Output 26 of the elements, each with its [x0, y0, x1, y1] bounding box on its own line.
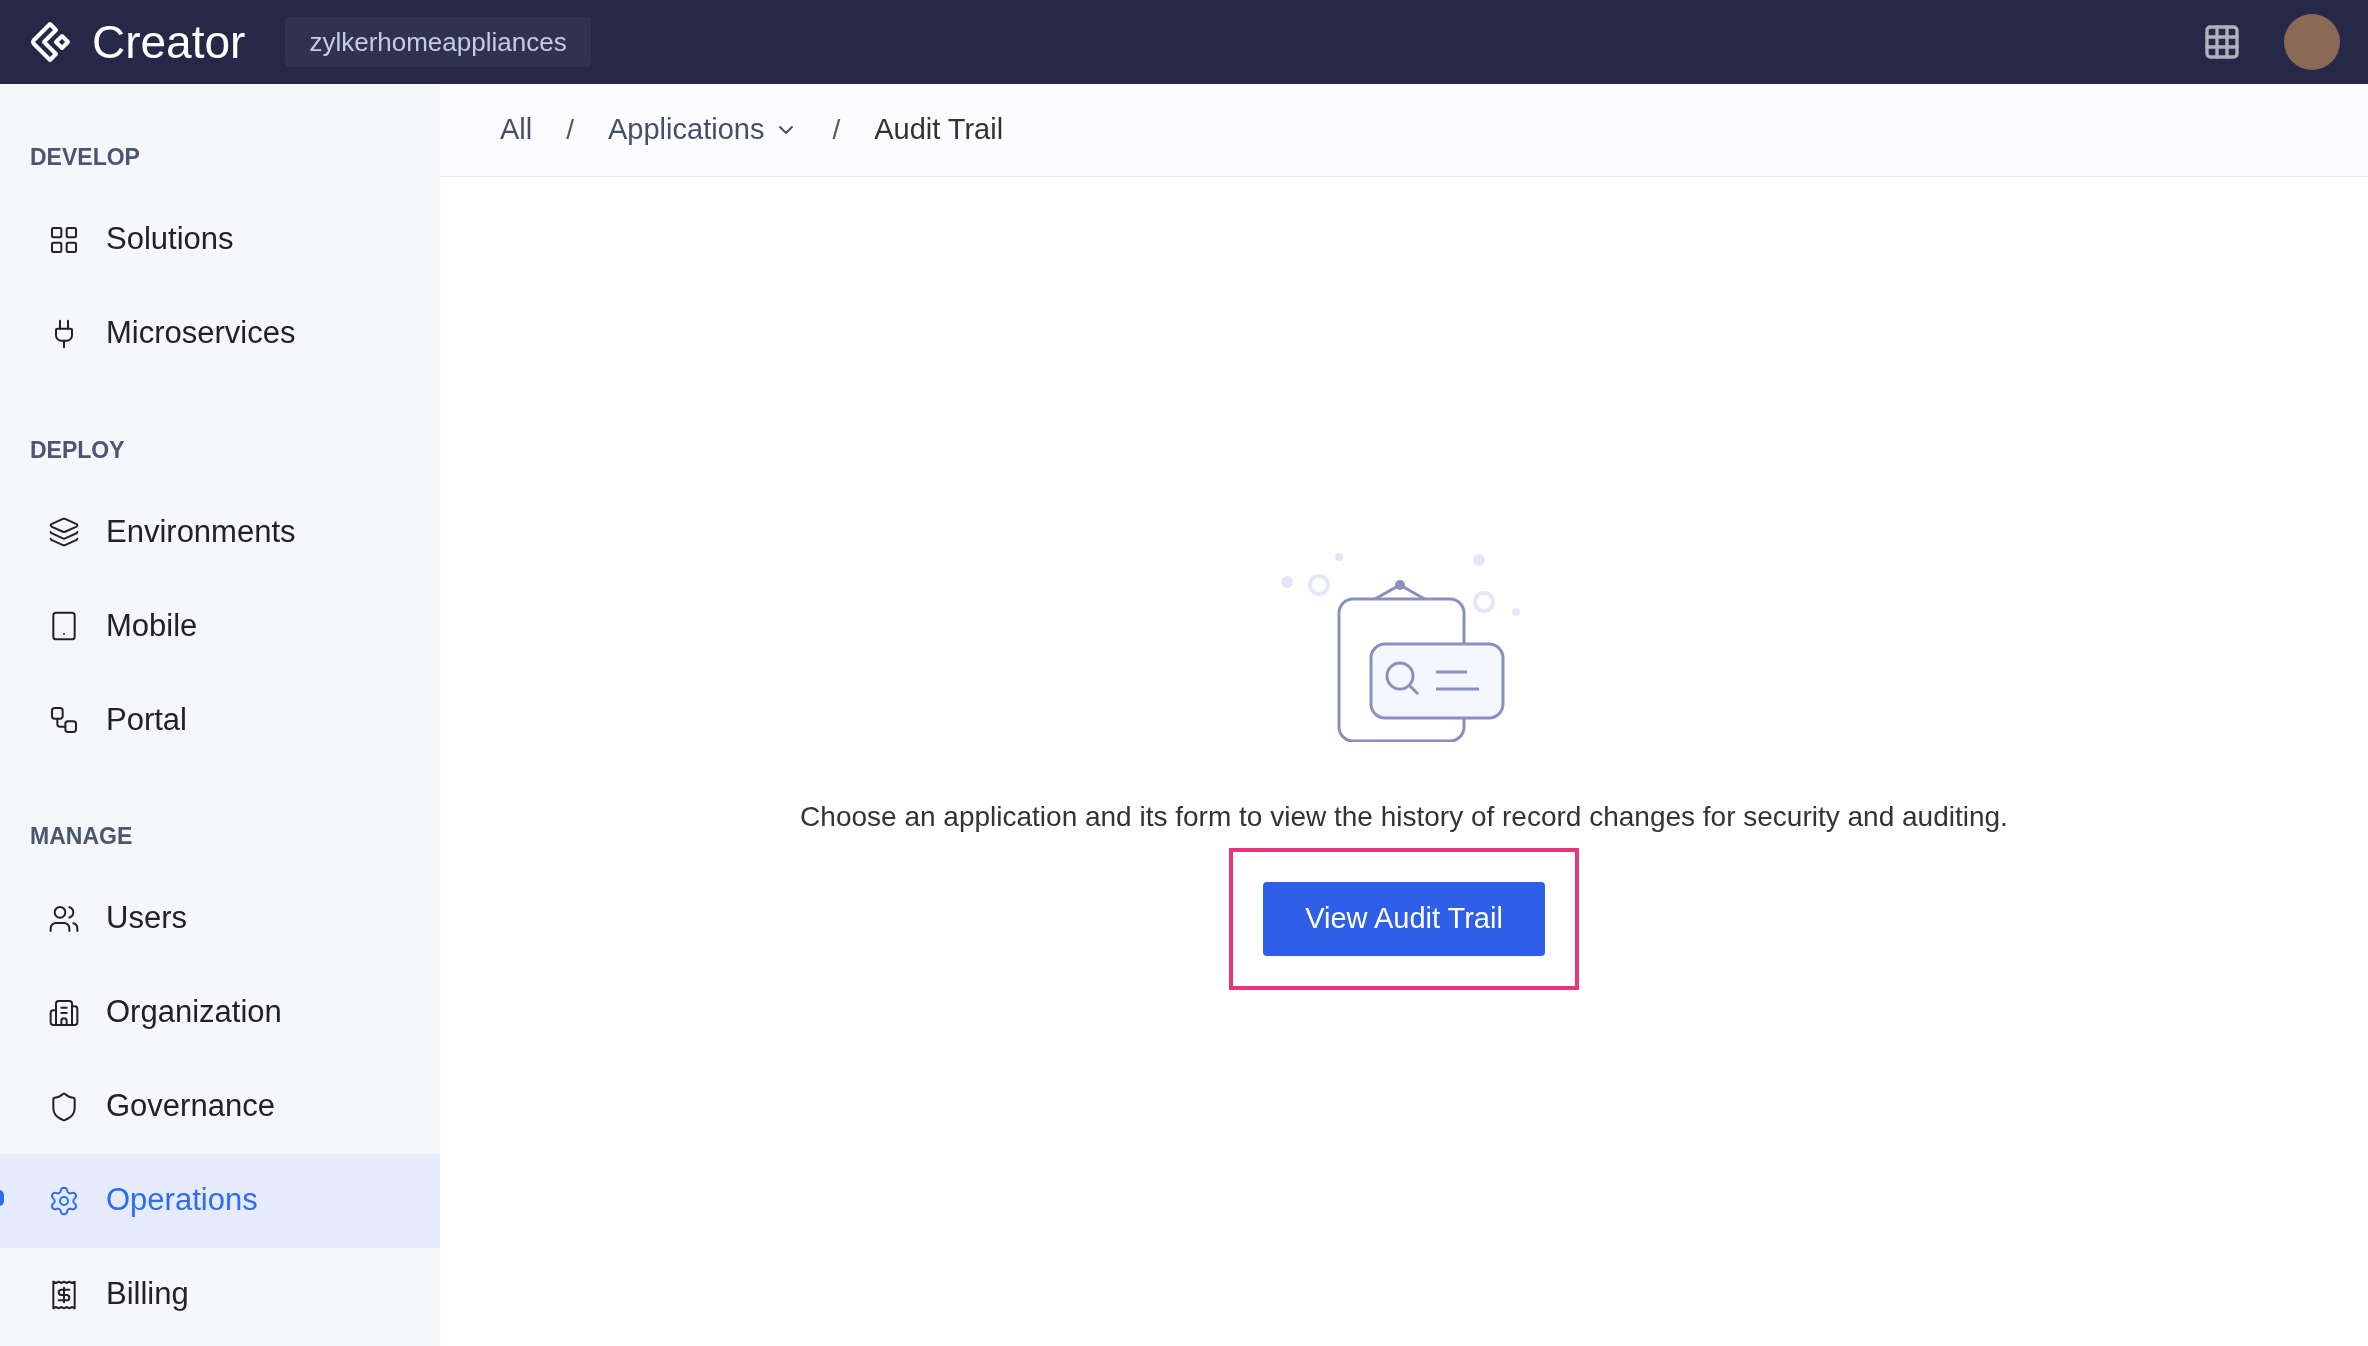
- sidebar-item[interactable]: Mobile: [0, 579, 440, 673]
- sidebar-item[interactable]: Users: [0, 871, 440, 966]
- layers-icon: [48, 516, 80, 548]
- sidebar-item[interactable]: Organization: [0, 965, 440, 1060]
- breadcrumb-separator: /: [832, 113, 841, 147]
- workspace-button[interactable]: zylkerhomeappliances: [285, 17, 591, 67]
- sidebar-item[interactable]: Billing: [0, 1247, 440, 1342]
- breadcrumb-current: Audit Trail: [874, 112, 1004, 148]
- sidebar-item[interactable]: Solutions: [0, 192, 440, 287]
- product-name: Creator: [92, 14, 246, 70]
- sidebar-item[interactable]: Operations: [0, 1153, 440, 1248]
- apps-grid-icon[interactable]: [2202, 22, 2242, 62]
- sidebar-item[interactable]: Portal: [0, 673, 440, 767]
- sidebar-item[interactable]: Governance: [0, 1059, 440, 1154]
- view-audit-trail-button[interactable]: View Audit Trail: [1263, 882, 1545, 956]
- applications-dropdown[interactable]: Applications: [608, 108, 799, 152]
- section-heading: DEPLOY: [29, 435, 126, 465]
- avatar[interactable]: [2284, 14, 2340, 70]
- section-heading: DEVELOP: [29, 143, 141, 172]
- empty-state-message: Choose an application and its form to view the history of record changes for security and auditing.: [800, 800, 2008, 834]
- sidebar-item[interactable]: Environments: [0, 485, 440, 579]
- breadcrumb-separator: /: [566, 113, 574, 147]
- sidebar-item[interactable]: Microservices: [0, 286, 440, 381]
- breadcrumb-link[interactable]: All: [500, 108, 533, 152]
- settings-icon: [48, 1184, 80, 1217]
- section-heading: MANAGE: [29, 822, 134, 851]
